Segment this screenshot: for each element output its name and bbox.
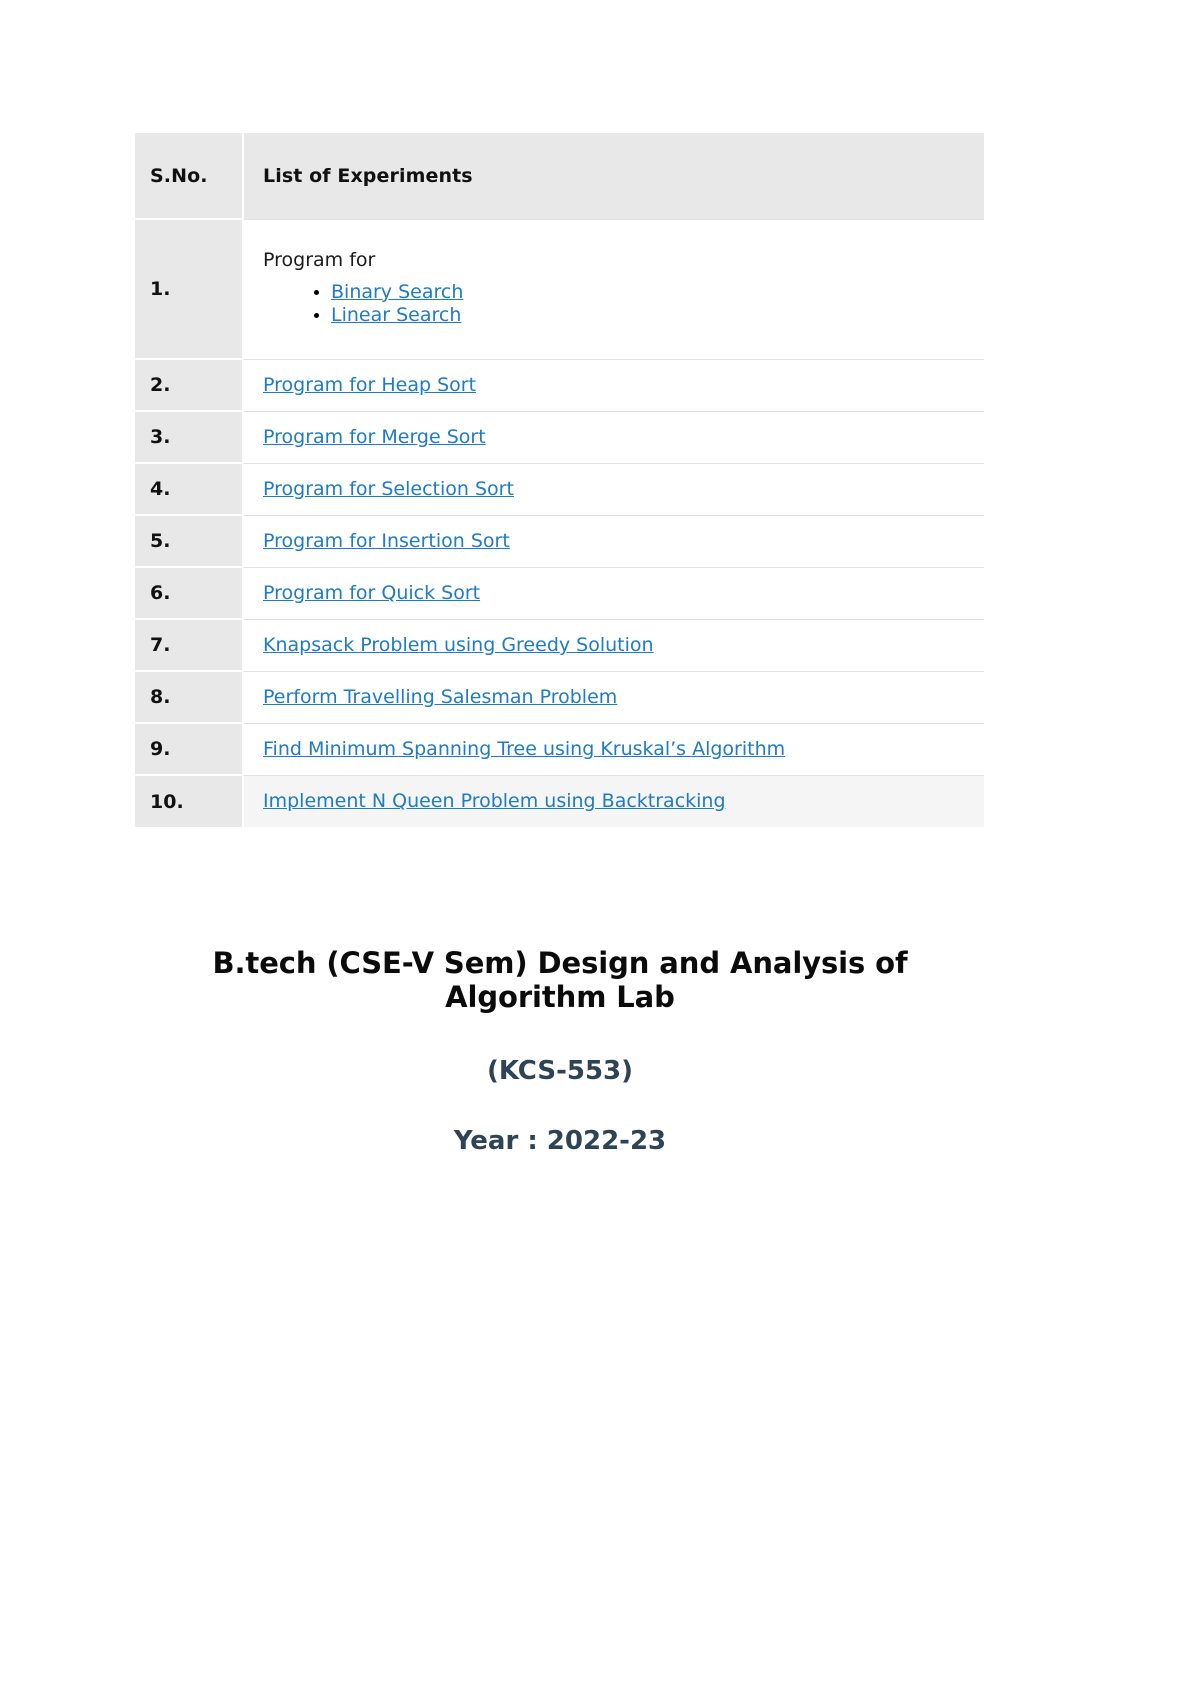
- experiment-link[interactable]: Find Minimum Spanning Tree using Kruskal…: [263, 738, 785, 760]
- document-page: S.No. List of Experiments 1. Program for…: [0, 0, 1200, 1698]
- experiment-link[interactable]: Program for Quick Sort: [263, 582, 480, 604]
- list-item: Linear Search: [331, 304, 984, 327]
- row-content: Program for Merge Sort: [243, 410, 984, 463]
- document-headings: B.tech (CSE-V Sem) Design and Analysis o…: [135, 946, 985, 1156]
- experiments-table: S.No. List of Experiments 1. Program for…: [135, 133, 984, 827]
- experiments-section: S.No. List of Experiments 1. Program for…: [135, 133, 984, 827]
- row-content: Program for Binary Search Linear Search: [243, 218, 984, 359]
- table-row: 1. Program for Binary Search Linear Sear…: [135, 218, 984, 359]
- experiment-link[interactable]: Program for Insertion Sort: [263, 530, 510, 552]
- row-serial-number: 10.: [135, 774, 244, 827]
- row-serial-number: 8.: [135, 670, 244, 723]
- experiment-link[interactable]: Linear Search: [331, 304, 461, 326]
- list-item: Binary Search: [331, 281, 984, 304]
- column-header-sno: S.No.: [135, 133, 244, 219]
- row-serial-number: 3.: [135, 410, 244, 463]
- row-serial-number: 5.: [135, 514, 244, 567]
- table-row: 2. Program for Heap Sort: [135, 358, 984, 411]
- experiment-link[interactable]: Perform Travelling Salesman Problem: [263, 686, 617, 708]
- experiment-lead-text: Program for: [263, 248, 376, 271]
- row-content: Implement N Queen Problem using Backtrac…: [243, 774, 984, 827]
- table-row: 7. Knapsack Problem using Greedy Solutio…: [135, 618, 984, 671]
- row-content: Program for Heap Sort: [243, 358, 984, 411]
- academic-year: Year : 2022-23: [453, 1126, 667, 1157]
- experiment-link[interactable]: Implement N Queen Problem using Backtrac…: [263, 790, 726, 812]
- table-row: 8. Perform Travelling Salesman Problem: [135, 670, 984, 723]
- row-serial-number: 2.: [135, 358, 244, 411]
- row-serial-number: 4.: [135, 462, 244, 515]
- experiment-link[interactable]: Binary Search: [331, 281, 463, 303]
- row-content: Perform Travelling Salesman Problem: [243, 670, 984, 723]
- table-row: 3. Program for Merge Sort: [135, 410, 984, 463]
- row-serial-number: 7.: [135, 618, 244, 671]
- row-content: Program for Insertion Sort: [243, 514, 984, 567]
- experiment-link[interactable]: Program for Heap Sort: [263, 374, 476, 396]
- row-content: Find Minimum Spanning Tree using Kruskal…: [243, 722, 984, 775]
- row-serial-number: 9.: [135, 722, 244, 775]
- row-content: Program for Selection Sort: [243, 462, 984, 515]
- row-content: Program for Quick Sort: [243, 566, 984, 619]
- experiment-link[interactable]: Program for Selection Sort: [263, 478, 514, 500]
- course-code: (KCS-553): [486, 1056, 634, 1087]
- page-title: B.tech (CSE-V Sem) Design and Analysis o…: [212, 946, 908, 1015]
- table-row: 6. Program for Quick Sort: [135, 566, 984, 619]
- table-row: 4. Program for Selection Sort: [135, 462, 984, 515]
- column-header-experiments: List of Experiments: [243, 133, 984, 219]
- row-serial-number: 1.: [135, 218, 244, 359]
- experiment-link[interactable]: Knapsack Problem using Greedy Solution: [263, 634, 654, 656]
- row-content: Knapsack Problem using Greedy Solution: [243, 618, 984, 671]
- table-row: 10. Implement N Queen Problem using Back…: [135, 774, 984, 827]
- table-row: 9. Find Minimum Spanning Tree using Krus…: [135, 722, 984, 775]
- table-header-row: S.No. List of Experiments: [135, 133, 984, 219]
- experiment-bullet-list: Binary Search Linear Search: [263, 281, 984, 327]
- row-serial-number: 6.: [135, 566, 244, 619]
- table-row: 5. Program for Insertion Sort: [135, 514, 984, 567]
- experiment-link[interactable]: Program for Merge Sort: [263, 426, 486, 448]
